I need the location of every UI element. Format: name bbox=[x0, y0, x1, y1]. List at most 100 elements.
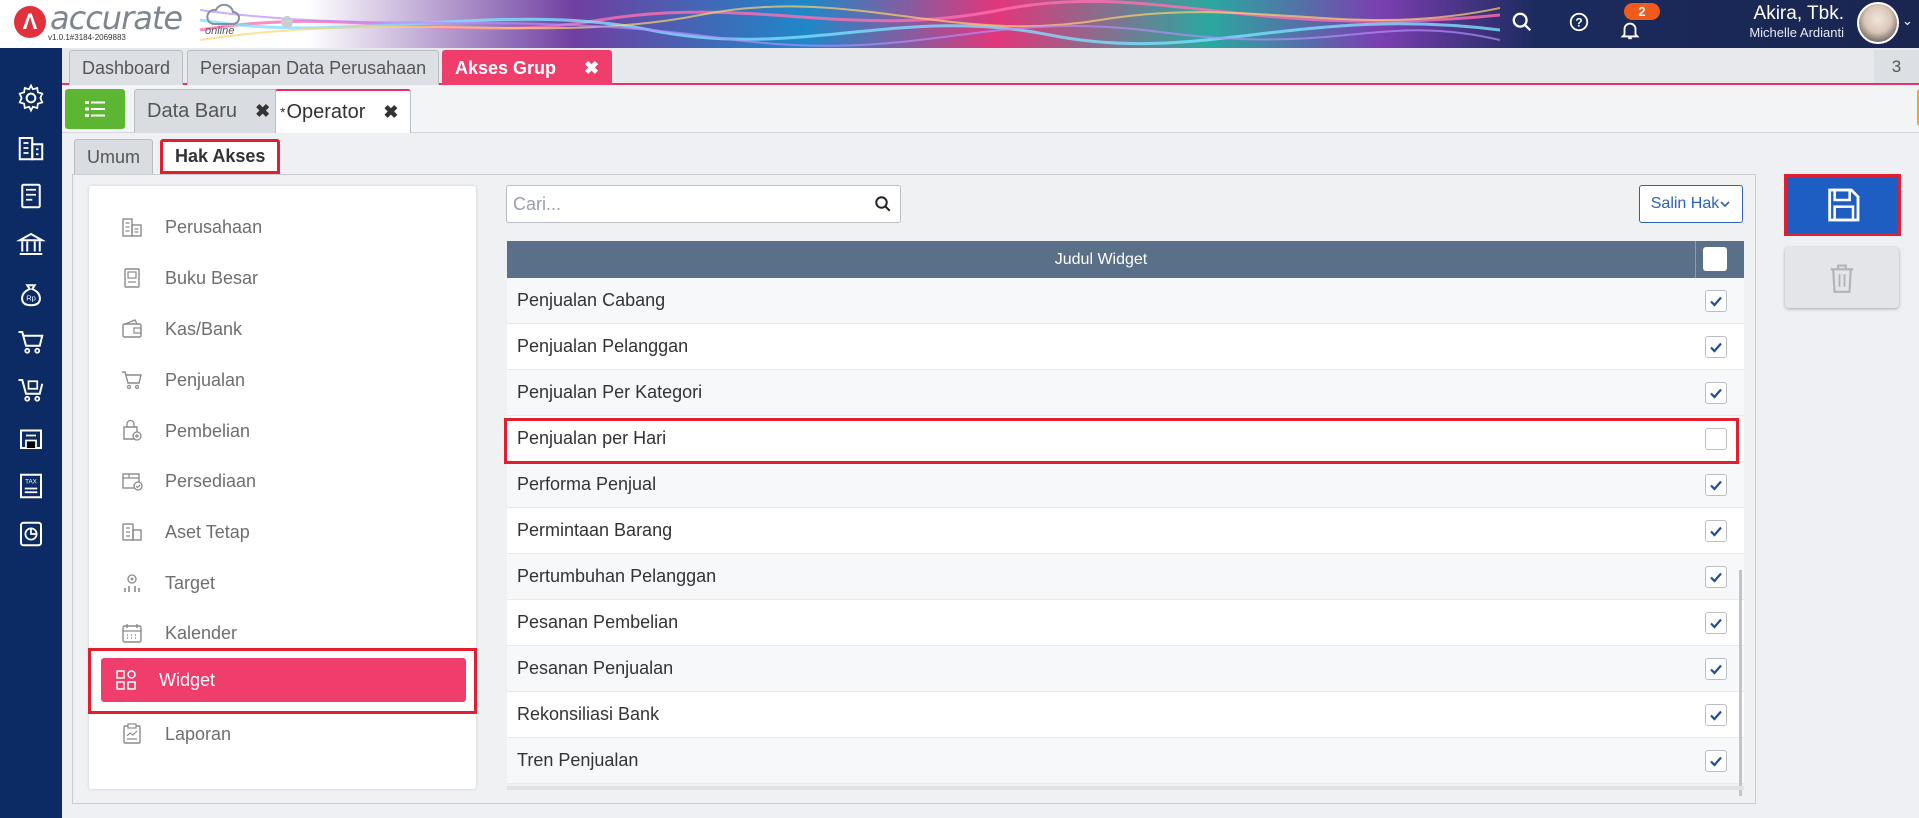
table-body: Penjualan Cabang Penjualan Pelanggan Penju… bbox=[507, 278, 1744, 784]
ledger-icon[interactable] bbox=[11, 176, 51, 216]
money-bag-icon[interactable]: Rp bbox=[11, 274, 51, 314]
row-highlight-frame bbox=[504, 418, 1739, 464]
row-checkbox[interactable] bbox=[1705, 474, 1727, 496]
tab-label: Operator bbox=[286, 100, 366, 123]
company-icon[interactable] bbox=[11, 128, 51, 168]
table-row[interactable]: Tren Penjualan bbox=[507, 738, 1744, 784]
sidebar-item-perusahaan[interactable]: Perusahaan bbox=[111, 205, 466, 249]
gear-icon[interactable] bbox=[11, 78, 51, 118]
sidebar-item-aset-tetap[interactable]: Aset Tetap bbox=[111, 510, 466, 554]
search-icon[interactable] bbox=[1508, 8, 1536, 36]
wallet-icon bbox=[119, 316, 145, 342]
bank-icon[interactable] bbox=[11, 224, 51, 264]
svg-text:?: ? bbox=[1575, 16, 1582, 30]
checkmark-icon bbox=[1710, 710, 1722, 721]
delete-button[interactable] bbox=[1785, 247, 1899, 308]
sidebar-item-label: Persediaan bbox=[165, 470, 257, 491]
close-icon[interactable]: ✖ bbox=[584, 58, 599, 79]
top-bar: Λ accurate online v1.0.1#3184-2069883 ? … bbox=[0, 0, 1919, 48]
table-row[interactable]: Permintaan Barang bbox=[507, 508, 1744, 554]
search-input[interactable] bbox=[507, 186, 857, 222]
user-subtitle: Michelle Ardianti bbox=[1749, 25, 1844, 40]
widget-access-table: Judul Widget Penjualan Cabang Penjualan P… bbox=[507, 241, 1744, 784]
sidebar-item-kas-bank[interactable]: Kas/Bank bbox=[111, 307, 466, 351]
table-row[interactable]: Penjualan Per Kategori bbox=[507, 370, 1744, 416]
tab-persiapan-data[interactable]: Persiapan Data Perusahaan bbox=[187, 50, 440, 85]
tab-umum[interactable]: Umum bbox=[74, 139, 153, 174]
report-chart-icon[interactable] bbox=[11, 514, 51, 554]
tab-count-indicator[interactable]: 3 bbox=[1874, 50, 1919, 83]
table-scrollbar[interactable] bbox=[1739, 570, 1742, 796]
search-field[interactable] bbox=[506, 185, 901, 223]
row-checkbox[interactable] bbox=[1705, 612, 1727, 634]
accurate-logo-icon: Λ bbox=[14, 6, 46, 38]
sidebar-item-pembelian[interactable]: Pembelian bbox=[111, 409, 466, 453]
copy-rights-dropdown[interactable]: Salin Hak bbox=[1639, 185, 1743, 223]
table-row[interactable]: Pesanan Pembelian bbox=[507, 600, 1744, 646]
checkmark-icon bbox=[1710, 572, 1722, 583]
search-icon[interactable] bbox=[874, 195, 892, 218]
sidebar-item-label: Penjualan bbox=[165, 369, 246, 390]
tax-icon[interactable]: TAX bbox=[11, 466, 51, 506]
list-icon bbox=[85, 101, 105, 117]
row-checkbox[interactable] bbox=[1705, 290, 1727, 312]
row-checkbox[interactable] bbox=[1705, 382, 1727, 404]
table-row[interactable]: Pertumbuhan Pelanggan bbox=[507, 554, 1744, 600]
row-checkbox[interactable] bbox=[1705, 750, 1727, 772]
sidebar-item-penjualan[interactable]: Penjualan bbox=[111, 358, 466, 402]
bell-icon[interactable] bbox=[1616, 16, 1644, 44]
purchase-cart-icon[interactable] bbox=[11, 370, 51, 410]
checkmark-icon bbox=[1710, 618, 1722, 629]
row-checkbox[interactable] bbox=[1705, 658, 1727, 680]
row-checkbox[interactable] bbox=[1705, 520, 1727, 542]
fixed-asset-icon bbox=[119, 519, 145, 545]
table-row[interactable]: Penjualan Cabang bbox=[507, 278, 1744, 324]
row-checkbox[interactable] bbox=[1705, 704, 1727, 726]
help-icon[interactable]: ? bbox=[1565, 8, 1593, 36]
table-row[interactable]: Performa Penjual bbox=[507, 462, 1744, 508]
chevron-down-icon bbox=[1720, 201, 1730, 208]
tab-dashboard[interactable]: Dashboard bbox=[69, 50, 184, 85]
sidebar-item-label: Target bbox=[165, 572, 216, 593]
chevron-down-icon[interactable]: ⌄ bbox=[1902, 13, 1913, 29]
sidebar-item-target[interactable]: Target bbox=[111, 561, 466, 605]
select-all-checkbox[interactable] bbox=[1703, 247, 1727, 271]
modified-marker: * bbox=[280, 104, 286, 120]
avatar[interactable] bbox=[1857, 2, 1899, 44]
widget-title: Penjualan Cabang bbox=[517, 290, 666, 310]
version-label: v1.0.1#3184-2069883 bbox=[48, 33, 126, 42]
close-icon[interactable]: ✖ bbox=[383, 102, 398, 123]
tab-akses-grup[interactable]: Akses Grup ✖ bbox=[442, 50, 613, 85]
tab-operator[interactable]: * Operator ✖ bbox=[275, 89, 412, 133]
status-dot bbox=[281, 16, 293, 28]
report-icon bbox=[119, 721, 145, 747]
brand-name: accurate bbox=[50, 0, 183, 37]
save-button[interactable] bbox=[1784, 174, 1901, 236]
sidebar-item-laporan[interactable]: Laporan bbox=[111, 712, 466, 756]
sidebar-item-persediaan[interactable]: Persediaan bbox=[111, 459, 466, 503]
list-view-button[interactable] bbox=[65, 89, 125, 129]
sidebar-item-buku-besar[interactable]: Buku Besar bbox=[111, 256, 466, 300]
tab-data-baru[interactable]: Data Baru ✖ bbox=[134, 89, 284, 133]
sidebar-item-label: Kalender bbox=[165, 622, 238, 643]
row-checkbox[interactable] bbox=[1705, 336, 1727, 358]
cart-icon[interactable] bbox=[11, 322, 51, 362]
table-row[interactable]: Penjualan Pelanggan bbox=[507, 324, 1744, 370]
warehouse-icon[interactable] bbox=[11, 418, 51, 458]
notification-badge[interactable]: 2 bbox=[1624, 3, 1660, 20]
tab-label: Dashboard bbox=[82, 57, 171, 78]
widget-title: Penjualan Per Kategori bbox=[517, 382, 703, 402]
widget-title: Pesanan Penjualan bbox=[517, 658, 674, 678]
checkmark-icon bbox=[1710, 296, 1722, 307]
row-checkbox[interactable] bbox=[1705, 566, 1727, 588]
sidebar-item-label: Kas/Bank bbox=[165, 318, 243, 339]
tab-hak-akses[interactable]: Hak Akses bbox=[160, 139, 281, 174]
table-row[interactable]: Pesanan Penjualan bbox=[507, 646, 1744, 692]
user-name[interactable]: Akira, Tbk. bbox=[1700, 3, 1844, 25]
checkmark-icon bbox=[1710, 480, 1722, 491]
column-header-judul-widget: Judul Widget bbox=[1054, 250, 1148, 268]
widget-title: Rekonsiliasi Bank bbox=[517, 704, 660, 724]
close-icon[interactable]: ✖ bbox=[255, 101, 270, 122]
checkmark-icon bbox=[1710, 756, 1722, 767]
table-row[interactable]: Rekonsiliasi Bank bbox=[507, 692, 1744, 738]
